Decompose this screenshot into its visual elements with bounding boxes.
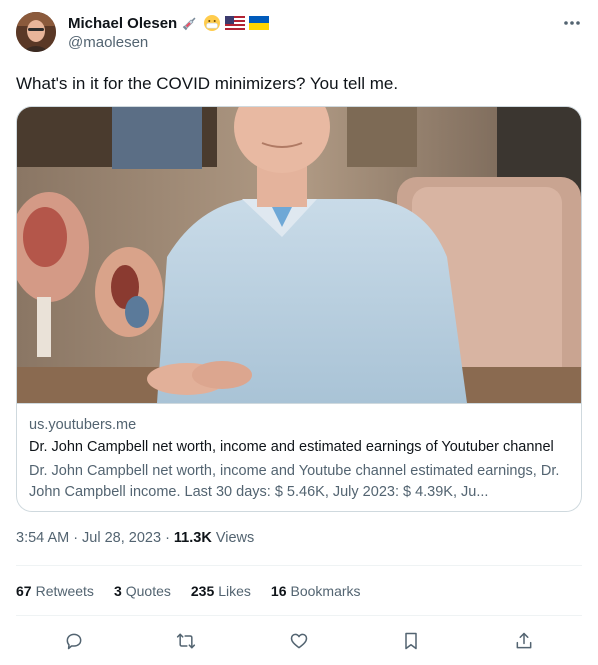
bookmarks-stat[interactable]: 16 Bookmarks	[271, 583, 361, 599]
syringe-icon	[181, 14, 199, 32]
author-name-row: Michael Olesen	[68, 13, 270, 33]
card-divider	[17, 403, 581, 404]
reply-icon[interactable]	[57, 624, 91, 658]
likes-label: Likes	[218, 583, 251, 599]
views-label: Views	[215, 530, 255, 546]
avatar-image	[16, 12, 56, 52]
quotes-stat[interactable]: 3 Quotes	[114, 583, 171, 599]
retweet-icon[interactable]	[169, 624, 203, 658]
avatar[interactable]	[16, 12, 56, 52]
tweet-meta: 3:54 AM · Jul 28, 2023 · 11.3K Views	[16, 530, 254, 546]
author-handle[interactable]: @maolesen	[68, 34, 148, 51]
us-flag-icon	[225, 16, 246, 30]
tweet-time[interactable]: 3:54 AM	[16, 530, 69, 546]
views-count: 11.3K	[173, 530, 212, 546]
bookmark-icon[interactable]	[394, 624, 428, 658]
retweets-count: 67	[16, 583, 32, 599]
link-description: Dr. John Campbell net worth, income and …	[29, 463, 560, 500]
retweets-label: Retweets	[35, 583, 94, 599]
link-title: Dr. John Campbell net worth, income and …	[29, 439, 554, 455]
meta-separator: ·	[165, 530, 170, 546]
divider	[16, 565, 582, 566]
link-preview-image	[17, 107, 581, 403]
engagement-stats: 67 Retweets 3 Quotes 235 Likes 16 Bookma…	[16, 583, 381, 599]
tweet-date[interactable]: Jul 28, 2023	[82, 530, 161, 546]
bookmarks-count: 16	[270, 583, 287, 599]
like-icon[interactable]	[282, 624, 316, 658]
bookmarks-label: Bookmarks	[290, 583, 361, 599]
meta-separator: ·	[73, 530, 79, 546]
more-options-icon[interactable]	[560, 13, 584, 33]
quotes-label: Quotes	[125, 583, 171, 599]
quotes-count: 3	[113, 583, 122, 599]
likes-stat[interactable]: 235 Likes	[191, 583, 251, 599]
ukraine-flag-icon	[249, 16, 270, 30]
likes-count: 235	[190, 583, 215, 599]
author-display-name[interactable]: Michael Olesen	[68, 15, 177, 32]
share-icon[interactable]	[507, 624, 541, 658]
retweets-stat[interactable]: 67 Retweets	[16, 583, 94, 599]
tweet-text: What's in it for the COVID minimizers? Y…	[16, 74, 399, 93]
divider	[16, 615, 582, 616]
link-domain: us.youtubers.me	[29, 417, 137, 433]
link-preview-card[interactable]: us.youtubers.me Dr. John Campbell net wo…	[16, 106, 582, 512]
mask-face-emoji-icon	[203, 14, 221, 32]
tweet-actions	[16, 624, 582, 658]
